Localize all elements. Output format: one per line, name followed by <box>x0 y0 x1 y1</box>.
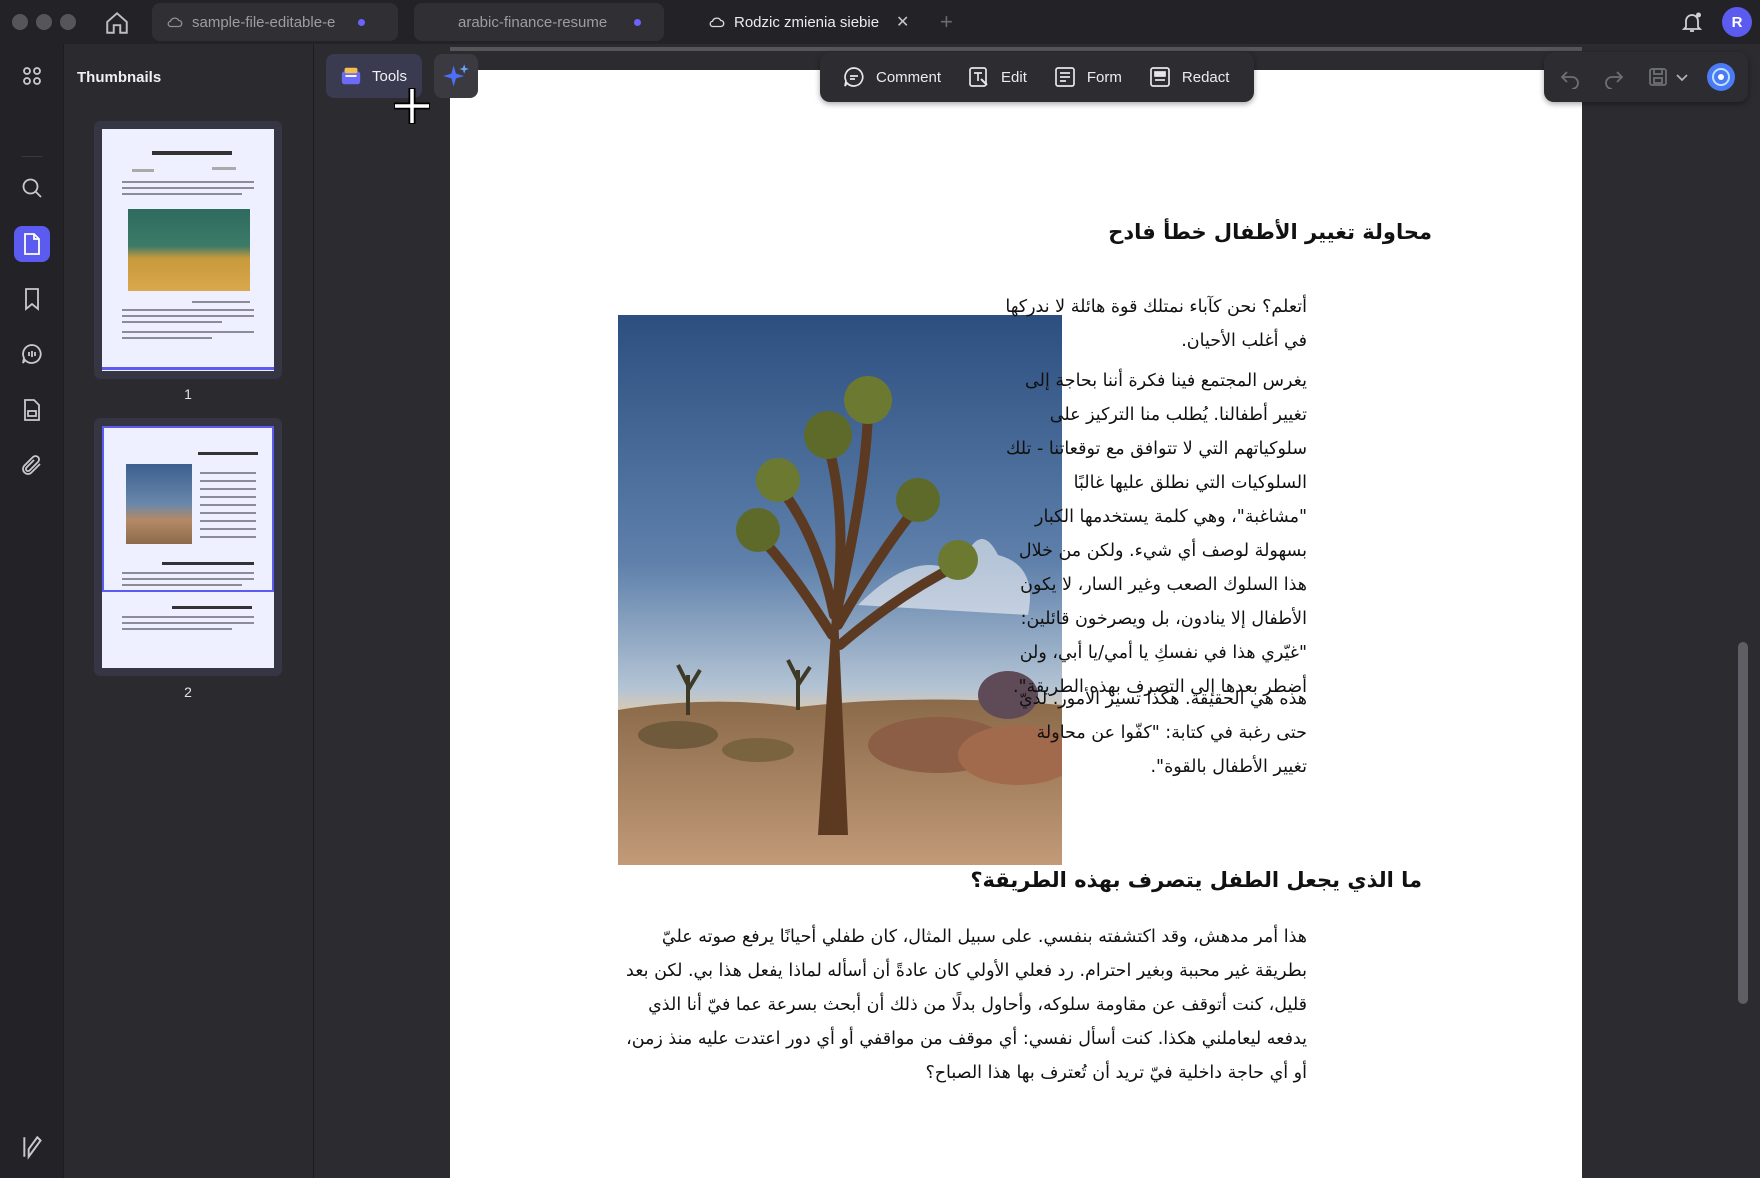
paragraph-1: أتعلم؟ نحن كآباء نمتلك قوة هائلة لا ندرك… <box>1005 297 1307 351</box>
page-number-2: 2 <box>184 684 192 700</box>
redact-button[interactable]: Redact <box>1138 59 1240 95</box>
window-minimize-control[interactable] <box>36 14 52 30</box>
close-icon[interactable]: ✕ <box>896 12 909 32</box>
comment-button[interactable]: Comment <box>832 59 951 95</box>
bookmarks-button[interactable] <box>14 281 50 317</box>
paragraph-2: يغرس المجتمع فينا فكرة أننا بحاجة إلى تغ… <box>1006 371 1307 697</box>
bell-icon[interactable] <box>1680 10 1704 34</box>
attachments-button[interactable] <box>14 447 50 483</box>
cloud-icon <box>167 17 183 28</box>
window-zoom-control[interactable] <box>60 14 76 30</box>
form-label: Form <box>1086 68 1122 86</box>
tab-label: sample-file-editable-e <box>192 13 336 31</box>
crosshair-cursor-icon <box>394 88 430 124</box>
new-tab-button[interactable]: + <box>940 9 953 35</box>
unsaved-dot <box>358 18 365 26</box>
undo-icon[interactable] <box>1558 65 1582 89</box>
joshua-tree-photo <box>618 315 1062 865</box>
history-toolbar <box>1544 52 1748 102</box>
page-icon <box>24 233 40 255</box>
redact-icon <box>1150 67 1170 87</box>
tab-arabic-finance-resume[interactable]: arabic-finance-resume <box>414 3 664 41</box>
document-page: محاولة تغيير الأطفال خطأ فادح أتعلم؟ نحن… <box>450 70 1582 1178</box>
home-icon[interactable] <box>104 10 130 36</box>
edit-button[interactable]: Edit <box>957 59 1037 95</box>
save-icon[interactable] <box>1646 65 1670 89</box>
panel-title: Thumbnails <box>77 69 162 86</box>
visible-region-indicator <box>102 426 274 592</box>
redact-label: Redact <box>1181 68 1230 86</box>
window-close-control[interactable] <box>12 14 28 30</box>
page-thumbnail-2[interactable] <box>94 418 282 676</box>
edit-label: Edit <box>1001 68 1027 86</box>
form-button[interactable]: Form <box>1043 59 1132 95</box>
cloud-icon <box>709 17 725 28</box>
edit-text-icon <box>969 67 988 87</box>
tab-sample-file[interactable]: sample-file-editable-e <box>152 3 398 41</box>
forms-button[interactable] <box>14 392 50 428</box>
comment-icon <box>22 344 42 364</box>
rail-divider <box>22 156 42 157</box>
sparkle-icon <box>443 64 469 87</box>
tab-label: arabic-finance-resume <box>458 13 608 31</box>
thumbnail-image <box>128 209 250 291</box>
thumbnails-button[interactable] <box>14 226 50 262</box>
section-heading: محاولة تغيير الأطفال خطأ فادح <box>1108 220 1432 244</box>
ai-assistant-button[interactable] <box>434 54 478 98</box>
bookmark-icon <box>25 288 39 311</box>
page-thumbnail-1[interactable] <box>94 121 282 379</box>
search-button[interactable] <box>14 170 50 206</box>
vertical-scrollbar[interactable] <box>1738 642 1748 1004</box>
comment-icon <box>844 67 864 87</box>
avatar[interactable]: R <box>1722 7 1752 37</box>
chevron-down-icon[interactable] <box>1674 65 1690 89</box>
form-icon <box>1055 67 1075 87</box>
ai-orb-icon[interactable] <box>1706 62 1736 92</box>
search-icon <box>22 178 42 198</box>
redo-icon[interactable] <box>1602 65 1626 89</box>
previous-page-edge <box>450 47 1582 51</box>
tab-label: Rodzic zmienia siebie <box>734 13 880 31</box>
page-number-1: 1 <box>184 386 192 402</box>
comments-button[interactable] <box>14 336 50 372</box>
sidebar-toggle-icon[interactable] <box>20 1134 46 1160</box>
left-rail <box>0 44 64 1178</box>
edit-mode-toolbar: Comment Edit Form Redact <box>820 52 1254 102</box>
grid-icon <box>23 67 41 85</box>
unsaved-dot <box>634 18 641 26</box>
form-page-icon <box>24 399 40 421</box>
paperclip-icon <box>22 455 41 475</box>
paragraph-4: هذا أمر مدهش، وقد اكتشفته بنفسي. على سبي… <box>626 927 1307 1083</box>
title-bar: sample-file-editable-e arabic-finance-re… <box>0 0 1760 44</box>
paragraph-3: هذه هي الحقيقة. هكذا تسير الأمور. لديّ ح… <box>1018 689 1307 777</box>
comment-label: Comment <box>876 68 942 86</box>
thumbnail-page-preview <box>102 426 274 668</box>
thumbnail-page-preview <box>102 129 274 371</box>
thumbnails-panel: Thumbnails 1 2 <box>64 44 314 1178</box>
apps-grid-button[interactable] <box>14 58 50 94</box>
tools-label: Tools <box>372 67 408 85</box>
tab-rodzic-zmienia-siebie[interactable]: Rodzic zmienia siebie ✕ <box>694 3 934 41</box>
toolbox-icon <box>341 67 361 85</box>
section-heading-2: ما الذي يجعل الطفل يتصرف بهذه الطريقة؟ <box>970 868 1422 892</box>
